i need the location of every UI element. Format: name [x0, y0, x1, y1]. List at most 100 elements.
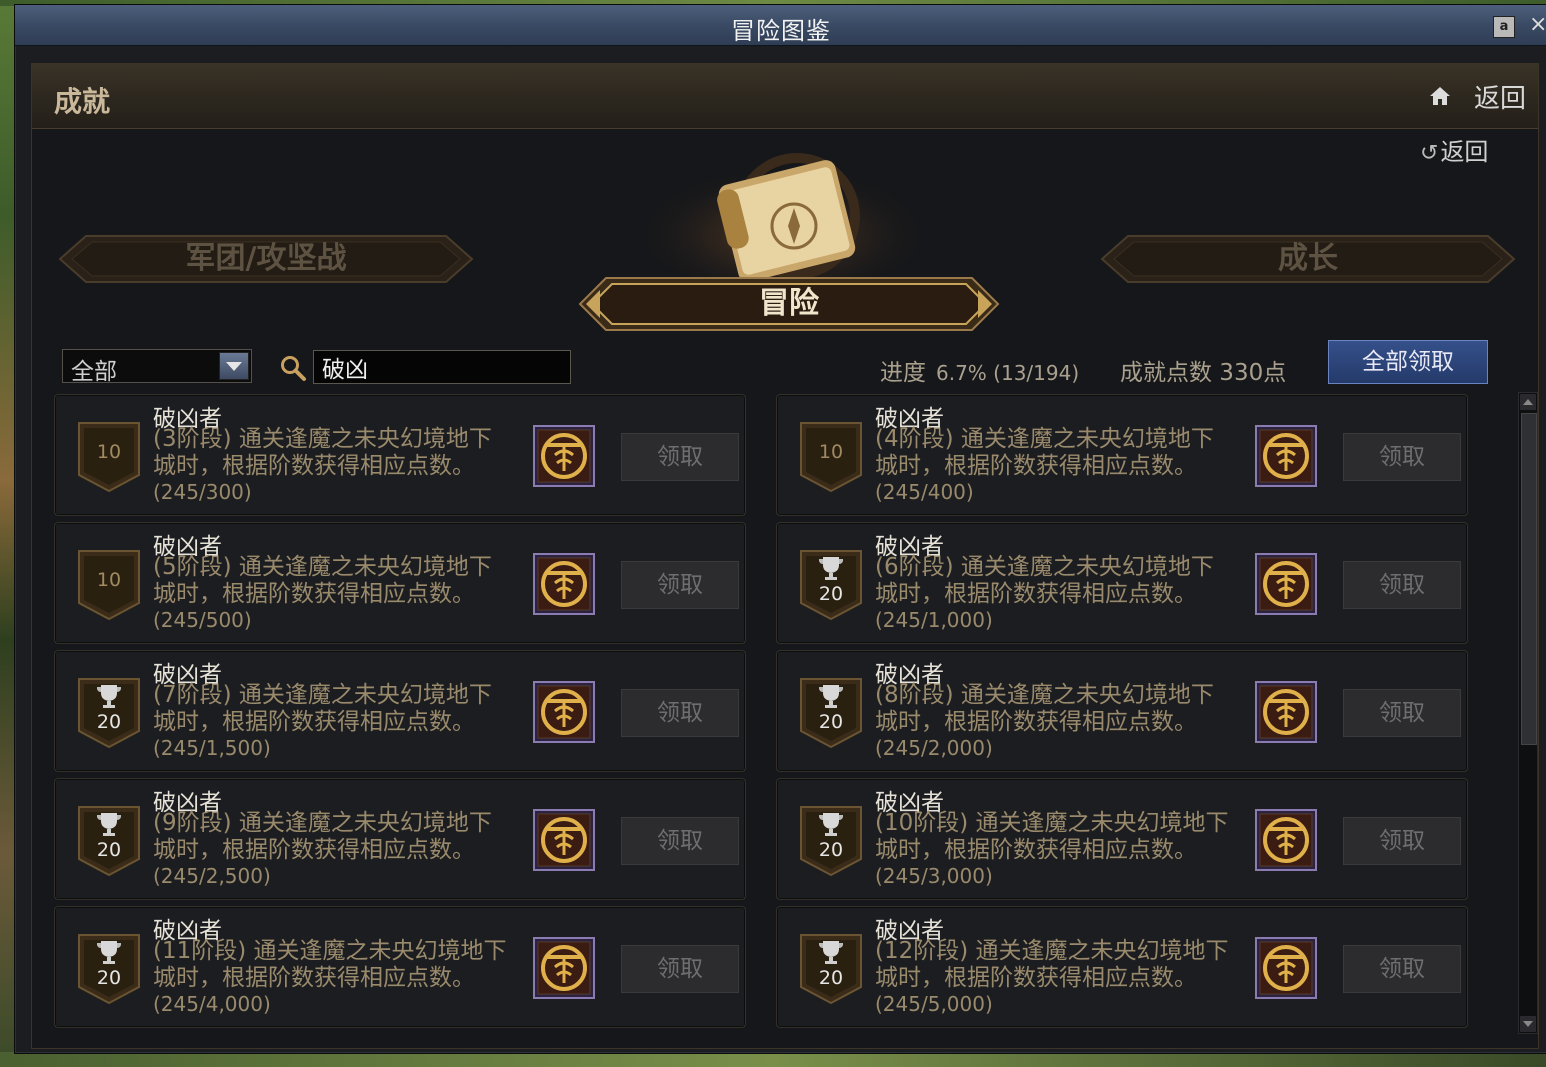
category-guild-siege-label: 军团/攻坚战 [185, 241, 347, 276]
point-value: 20 [818, 839, 844, 861]
trophy-icon [819, 685, 843, 708]
claim-button[interactable]: 领取 [1343, 945, 1461, 993]
category-guild-siege[interactable]: 军团/攻坚战 [56, 234, 476, 284]
category-growth[interactable]: 成长 [1098, 234, 1518, 284]
trophy-icon [97, 941, 121, 964]
point-shield: 20 [799, 677, 863, 749]
gold-emblem-icon[interactable] [533, 425, 595, 487]
point-shield: 20 [799, 805, 863, 877]
achievement-panel: 成就 返回 ↺返回 军团/攻坚战 冒险 成长 全部 破凶 进度 6.7% (13… [31, 63, 1539, 1049]
filter-dropdown[interactable]: 全部 [62, 349, 252, 385]
point-shield: 10 [799, 421, 863, 493]
progress-readout: 进度 6.7% (13/194) [880, 353, 1079, 387]
category-adventure[interactable]: 冒险 [578, 276, 1000, 332]
point-value: 20 [818, 711, 844, 733]
point-value: 20 [96, 967, 122, 989]
achievement-description: (12阶段) 通关逢魔之未央幻境地下城时，根据阶数获得相应点数。 [875, 938, 1229, 991]
claim-button[interactable]: 领取 [1343, 817, 1461, 865]
point-value: 10 [818, 441, 844, 463]
claim-button[interactable]: 领取 [621, 433, 739, 481]
achievement-progress: (245/1,000) [875, 608, 993, 632]
achievement-card: 10 破凶者 (5阶段) 通关逢魔之未央幻境地下城时，根据阶数获得相应点数。 (245… [54, 522, 746, 644]
trophy-icon [97, 813, 121, 836]
lock-button[interactable]: a [1493, 16, 1515, 38]
gold-emblem-icon[interactable] [533, 937, 595, 999]
scroll-down-button[interactable] [1520, 1016, 1536, 1032]
achievement-description: (3阶段) 通关逢魔之未央幻境地下城时，根据阶数获得相应点数。 [153, 426, 492, 479]
scroll-compass-icon [632, 151, 932, 286]
achievement-description: (5阶段) 通关逢魔之未央幻境地下城时，根据阶数获得相应点数。 [153, 554, 492, 607]
sub-back-button[interactable]: ↺返回 [1420, 132, 1488, 167]
claim-all-button[interactable]: 全部领取 [1328, 340, 1488, 384]
achievement-progress: (245/300) [153, 480, 252, 504]
list-scrollbar[interactable] [1518, 392, 1538, 1034]
trophy-icon [97, 685, 121, 708]
sub-back-label: 返回 [1440, 138, 1489, 166]
gold-emblem-icon[interactable] [1255, 809, 1317, 871]
filter-selected-value: 全部 [71, 359, 117, 385]
point-value: 10 [96, 441, 122, 463]
return-arrow-icon: ↺ [1420, 141, 1439, 166]
point-shield: 20 [799, 549, 863, 621]
game-background-bottom [0, 1052, 1546, 1067]
achievement-description: (6阶段) 通关逢魔之未央幻境地下城时，根据阶数获得相应点数。 [875, 554, 1214, 607]
achievement-description: (8阶段) 通关逢魔之未央幻境地下城时，根据阶数获得相应点数。 [875, 682, 1214, 735]
home-icon[interactable] [1428, 84, 1452, 108]
achievement-card: 20 破凶者 (11阶段) 通关逢魔之未央幻境地下城时，根据阶数获得相应点数。 (24… [54, 906, 746, 1028]
close-button[interactable]: × [1529, 13, 1546, 37]
achievement-card: 20 破凶者 (6阶段) 通关逢魔之未央幻境地下城时，根据阶数获得相应点数。 (245… [776, 522, 1468, 644]
claim-button[interactable]: 领取 [621, 817, 739, 865]
category-growth-label: 成长 [1278, 241, 1338, 276]
gold-emblem-icon[interactable] [1255, 681, 1317, 743]
achievement-card: 20 破凶者 (12阶段) 通关逢魔之未央幻境地下城时，根据阶数获得相应点数。 (24… [776, 906, 1468, 1028]
gold-emblem-icon[interactable] [533, 681, 595, 743]
gold-emblem-icon[interactable] [1255, 937, 1317, 999]
gold-emblem-icon[interactable] [1255, 553, 1317, 615]
chevron-down-icon[interactable] [219, 352, 249, 380]
point-value: 20 [818, 967, 844, 989]
page-title: 成就 [54, 85, 111, 118]
achievement-points: 成就点数 330点 [1120, 360, 1287, 386]
achievement-progress: (245/4,000) [153, 992, 271, 1016]
gold-emblem-icon[interactable] [533, 553, 595, 615]
window-titlebar[interactable]: 冒险图鉴 a × [15, 5, 1546, 46]
achievement-card: 20 破凶者 (9阶段) 通关逢魔之未央幻境地下城时，根据阶数获得相应点数。 (245… [54, 778, 746, 900]
adventure-guide-window: 冒险图鉴 a × 成就 返回 ↺返回 军团/攻坚战 冒险 成长 全部 破凶 进度… [14, 4, 1546, 1054]
scroll-thumb[interactable] [1521, 413, 1537, 745]
achievement-card: 20 破凶者 (7阶段) 通关逢魔之未央幻境地下城时，根据阶数获得相应点数。 (245… [54, 650, 746, 772]
point-shield: 20 [799, 933, 863, 1005]
achievement-description: (10阶段) 通关逢魔之未央幻境地下城时，根据阶数获得相应点数。 [875, 810, 1229, 863]
achievement-description: (4阶段) 通关逢魔之未央幻境地下城时，根据阶数获得相应点数。 [875, 426, 1214, 479]
achievement-card: 10 破凶者 (3阶段) 通关逢魔之未央幻境地下城时，根据阶数获得相应点数。 (245… [54, 394, 746, 516]
claim-button[interactable]: 领取 [1343, 561, 1461, 609]
progress-label: 进度 [880, 360, 926, 386]
trophy-icon [819, 941, 843, 964]
search-input[interactable] [313, 350, 571, 384]
achievement-progress: (245/3,000) [875, 864, 993, 888]
point-value: 10 [96, 569, 122, 591]
point-shield: 20 [77, 933, 141, 1005]
achievement-list: 10 破凶者 (3阶段) 通关逢魔之未央幻境地下城时，根据阶数获得相应点数。 (245… [54, 394, 1504, 1036]
claim-button[interactable]: 领取 [1343, 433, 1461, 481]
point-shield: 10 [77, 421, 141, 493]
claim-button[interactable]: 领取 [621, 945, 739, 993]
claim-button[interactable]: 领取 [621, 561, 739, 609]
claim-button[interactable]: 领取 [1343, 689, 1461, 737]
window-title: 冒险图鉴 [731, 17, 831, 45]
trophy-icon [819, 813, 843, 836]
scroll-up-button[interactable] [1520, 394, 1536, 410]
progress-value: 6.7% (13/194) [936, 361, 1080, 385]
achievement-card: 20 破凶者 (10阶段) 通关逢魔之未央幻境地下城时，根据阶数获得相应点数。 (24… [776, 778, 1468, 900]
gold-emblem-icon[interactable] [1255, 425, 1317, 487]
achievement-progress: (245/1,500) [153, 736, 271, 760]
point-shield: 20 [77, 677, 141, 749]
claim-button[interactable]: 领取 [621, 689, 739, 737]
trophy-icon [819, 557, 843, 580]
achievement-card: 10 破凶者 (4阶段) 通关逢魔之未央幻境地下城时，根据阶数获得相应点数。 (245… [776, 394, 1468, 516]
point-value: 20 [818, 583, 844, 605]
achievement-description: (11阶段) 通关逢魔之未央幻境地下城时，根据阶数获得相应点数。 [153, 938, 507, 991]
header-back-button[interactable]: 返回 [1474, 78, 1526, 115]
point-shield: 20 [77, 805, 141, 877]
achievement-progress: (245/500) [153, 608, 252, 632]
gold-emblem-icon[interactable] [533, 809, 595, 871]
